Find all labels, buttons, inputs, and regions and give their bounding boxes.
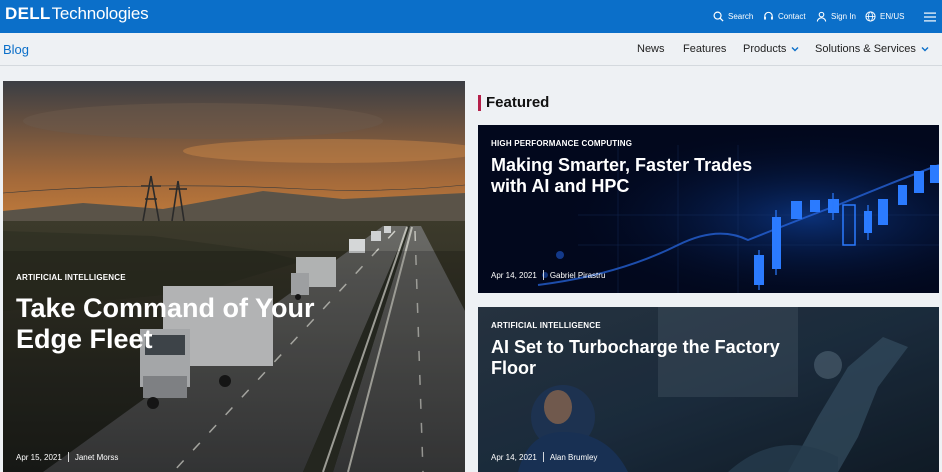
nav-news[interactable]: News	[637, 43, 665, 55]
blog-home-link[interactable]: Blog	[3, 42, 29, 57]
meta-divider	[542, 270, 544, 280]
featured-card-hpc-trades[interactable]: HIGH PERFORMANCE COMPUTING Making Smarte…	[478, 125, 939, 293]
hero-category[interactable]: ARTIFICIAL INTELLIGENCE	[16, 273, 126, 282]
top-header: DELL Technologies Search Contact Sign In…	[0, 0, 942, 33]
globe-icon	[865, 11, 876, 22]
featured-card-1-title[interactable]: Making Smarter, Faster Trades with AI an…	[491, 155, 791, 197]
candlestick-chart-image	[478, 125, 939, 293]
nav-solutions-dropdown[interactable]: Solutions & Services	[815, 43, 929, 55]
featured-card-2-category[interactable]: ARTIFICIAL INTELLIGENCE	[491, 321, 601, 330]
chevron-down-icon	[921, 47, 929, 52]
meta-divider	[67, 452, 69, 462]
featured-card-1-date: Apr 14, 2021	[491, 270, 537, 280]
nav-features-label: Features	[683, 43, 727, 55]
search-icon	[713, 11, 724, 22]
logo-brand: DELL	[5, 4, 51, 23]
search-label: Search	[728, 12, 754, 21]
featured-card-factory-floor[interactable]: ARTIFICIAL INTELLIGENCE AI Set to Turboc…	[478, 307, 939, 472]
nav-solutions-label: Solutions & Services	[815, 43, 916, 55]
hero-date: Apr 15, 2021	[16, 452, 62, 462]
hero-title[interactable]: Take Command of Your Edge Fleet	[16, 293, 376, 355]
featured-card-1-author[interactable]: Gabriel Pirastru	[550, 271, 606, 280]
featured-accent-bar	[478, 94, 481, 111]
nav-products-label: Products	[743, 43, 787, 55]
chevron-down-icon	[791, 47, 799, 52]
search-button[interactable]: Search	[713, 0, 753, 33]
blog-navigation: Blog News Features Products Solutions & …	[0, 33, 942, 66]
featured-card-2-title[interactable]: AI Set to Turbocharge the Factory Floor	[491, 337, 791, 379]
nav-features[interactable]: Features	[683, 43, 726, 55]
featured-heading-text: Featured	[486, 94, 550, 111]
headset-icon	[764, 11, 773, 20]
menu-button[interactable]	[924, 0, 940, 33]
sign-in-label: Sign In	[831, 12, 856, 21]
nav-news-label: News	[637, 43, 665, 55]
contact-label: Contact	[778, 12, 806, 21]
language-selector[interactable]: EN/US	[865, 0, 904, 33]
meta-divider	[542, 452, 544, 462]
featured-heading: Featured	[478, 94, 549, 111]
dell-technologies-logo[interactable]: DELL Technologies	[5, 4, 149, 24]
language-label: EN/US	[880, 12, 905, 21]
factory-worker-image	[478, 307, 939, 472]
hamburger-menu-icon	[924, 12, 936, 21]
featured-card-2-meta: Apr 14, 2021 Alan Brumley	[491, 452, 597, 462]
featured-card-2-author[interactable]: Alan Brumley	[550, 453, 598, 462]
contact-button[interactable]: Contact	[763, 0, 806, 33]
hero-author[interactable]: Janet Morss	[75, 453, 119, 462]
sign-in-button[interactable]: Sign In	[816, 0, 856, 33]
featured-card-2-date: Apr 14, 2021	[491, 452, 537, 462]
featured-card-1-meta: Apr 14, 2021 Gabriel Pirastru	[491, 270, 605, 280]
user-icon	[816, 11, 827, 22]
nav-products-dropdown[interactable]: Products	[743, 43, 799, 55]
hero-meta: Apr 15, 2021 Janet Morss	[16, 452, 118, 462]
hero-article-card[interactable]: ARTIFICIAL INTELLIGENCE Take Command of …	[3, 81, 465, 472]
logo-suffix: Technologies	[51, 4, 149, 23]
featured-card-1-category[interactable]: HIGH PERFORMANCE COMPUTING	[491, 139, 632, 148]
